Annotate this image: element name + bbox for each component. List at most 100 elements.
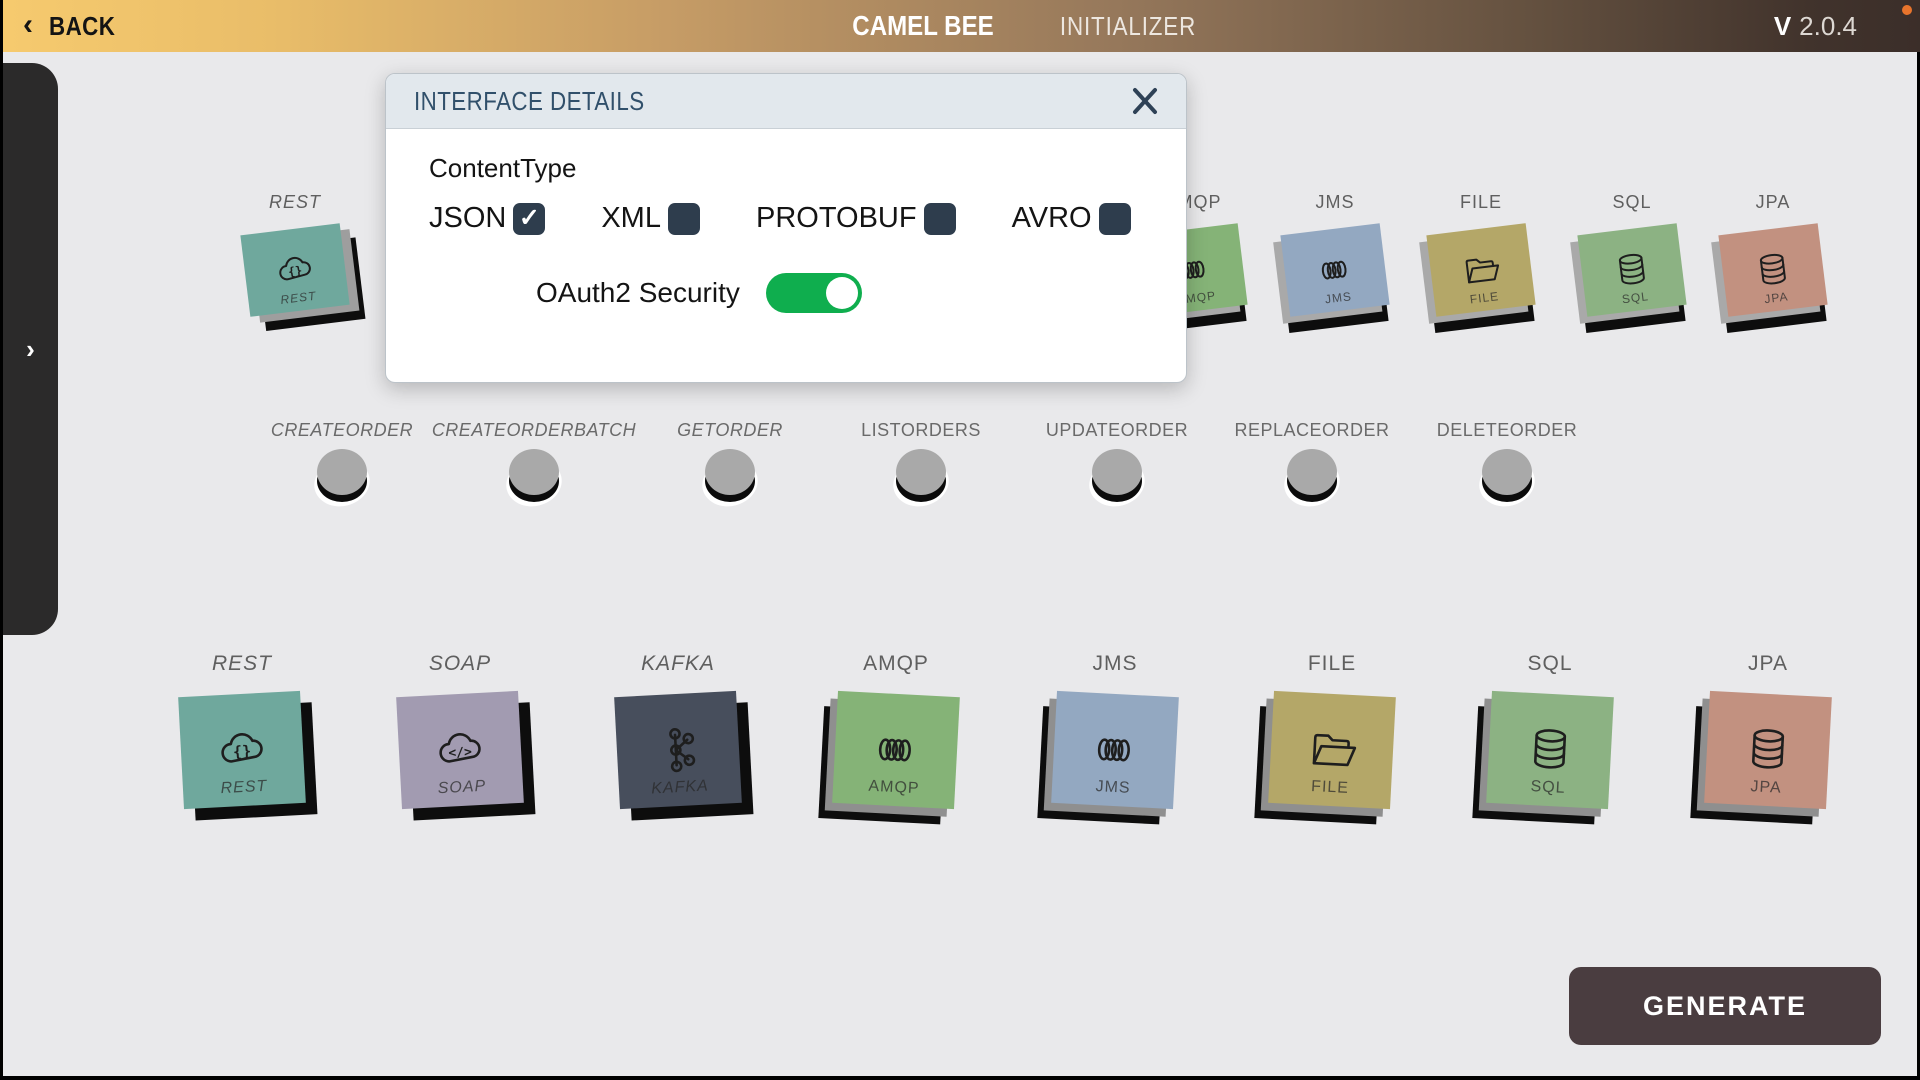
oauth-security-label: OAuth2 Security xyxy=(536,277,740,309)
knob-cap xyxy=(896,449,946,495)
drawer-expand-button[interactable]: › xyxy=(3,336,58,362)
tile-inner-label: JPA xyxy=(1750,778,1782,798)
oauth-row: OAuth2 Security xyxy=(536,273,1186,313)
bottom-tile-jpa[interactable]: JPA JPA xyxy=(1658,652,1878,806)
knob-button[interactable] xyxy=(699,448,761,508)
oauth-security-toggle[interactable] xyxy=(766,273,862,313)
app-title: CAMEL BEE xyxy=(841,0,1005,52)
unchecked-checkbox-icon[interactable] xyxy=(1099,203,1131,235)
tile-label: SQL xyxy=(1440,652,1660,676)
tile-face: JMS xyxy=(1051,691,1179,809)
tile-label: KAFKA xyxy=(568,652,788,676)
tile-label: JMS xyxy=(1005,652,1225,676)
notification-dot xyxy=(1902,5,1912,15)
content-type-label: ContentType xyxy=(429,153,1186,184)
tile-label: JPA xyxy=(1688,192,1858,213)
knob-cap xyxy=(705,449,755,495)
bottom-tile-jms[interactable]: JMS JMS xyxy=(1005,652,1225,806)
knob-button[interactable] xyxy=(311,448,373,508)
close-icon xyxy=(1130,86,1160,116)
knob-button[interactable] xyxy=(1086,448,1148,508)
top-tile-rest[interactable]: REST {} REST xyxy=(210,192,380,311)
tile-face: JPA xyxy=(1704,691,1832,809)
back-button[interactable]: ‹ BACK xyxy=(23,0,126,52)
svg-text:{}: {} xyxy=(232,742,251,761)
tile-inner-label: SQL xyxy=(1530,778,1566,798)
option-label: JSON xyxy=(429,202,506,235)
bottom-tile-rest[interactable]: REST {} REST xyxy=(132,652,352,806)
tile-inner-label: FILE xyxy=(1311,778,1350,798)
operation-knob-deleteorder[interactable]: DELETEORDER xyxy=(1387,420,1627,508)
knob-cap xyxy=(1482,449,1532,495)
tile-label: REST xyxy=(132,652,352,676)
tile-label: SOAP xyxy=(350,652,570,676)
version-prefix: V xyxy=(1774,11,1791,42)
content-type-option-protobuf[interactable]: PROTOBUF xyxy=(756,202,956,235)
content-type-option-avro[interactable]: AVRO xyxy=(1012,202,1131,235)
tile-label: JMS xyxy=(1250,192,1420,213)
tile-inner-label: JMS xyxy=(1324,289,1353,306)
tile-face: JPA xyxy=(1718,223,1827,317)
bottom-tile-amqp[interactable]: AMQP AMQP xyxy=(786,652,1006,806)
top-bar: ‹ BACK CAMEL BEE INITIALIZER V 2.0.4 xyxy=(3,0,1920,52)
close-button[interactable] xyxy=(1128,84,1162,118)
knob-button[interactable] xyxy=(1281,448,1343,508)
tile-label: FILE xyxy=(1396,192,1566,213)
tile-inner-label: SOAP xyxy=(437,778,486,799)
knob-cap xyxy=(509,449,559,495)
tile-face: SQL xyxy=(1577,223,1686,317)
bottom-tile-kafka[interactable]: KAFKA KAFKA xyxy=(568,652,788,806)
top-tile-jms[interactable]: JMS JMS xyxy=(1250,192,1420,311)
interface-details-dialog: INTERFACE DETAILS ContentType JSON✓ XML PR… xyxy=(385,73,1187,383)
dialog-body: ContentType JSON✓ XML PROTOBUF AVRO OAuth2 … xyxy=(386,129,1186,313)
tile-label: JPA xyxy=(1658,652,1878,676)
tile-label: AMQP xyxy=(786,652,1006,676)
svg-text:{}: {} xyxy=(287,263,303,279)
svg-text:</>: </> xyxy=(448,745,472,761)
knob-button[interactable] xyxy=(1476,448,1538,508)
tile-label: REST xyxy=(210,192,380,213)
toggle-thumb xyxy=(826,277,858,309)
tile-face: {} REST xyxy=(178,691,306,809)
back-chevron-icon: ‹ xyxy=(23,10,33,40)
tile-inner-label: JPA xyxy=(1764,289,1790,306)
chevron-right-icon: › xyxy=(26,334,35,364)
checked-checkbox-icon[interactable]: ✓ xyxy=(513,203,545,235)
operation-label: DELETEORDER xyxy=(1387,420,1627,441)
tile-face: </> SOAP xyxy=(396,691,524,809)
bottom-tile-file[interactable]: FILE FILE xyxy=(1222,652,1442,806)
tile-inner-label: JMS xyxy=(1095,778,1131,798)
generate-label: GENERATE xyxy=(1643,991,1807,1022)
tile-face: AMQP xyxy=(832,691,960,809)
unchecked-checkbox-icon[interactable] xyxy=(668,203,700,235)
app-subtitle: INITIALIZER xyxy=(1049,0,1207,52)
dialog-title: INTERFACE DETAILS xyxy=(414,86,645,117)
tile-inner-label: AMQP xyxy=(868,778,920,799)
top-tile-file[interactable]: FILE FILE xyxy=(1396,192,1566,311)
generate-button[interactable]: GENERATE xyxy=(1569,967,1881,1045)
side-drawer: › xyxy=(3,63,58,635)
top-tile-jpa[interactable]: JPA JPA xyxy=(1688,192,1858,311)
tile-inner-label: REST xyxy=(220,778,268,798)
tile-face: SQL xyxy=(1486,691,1614,809)
tile-face: KAFKA xyxy=(614,691,742,809)
tile-inner-label: KAFKA xyxy=(651,777,709,798)
unchecked-checkbox-icon[interactable] xyxy=(924,203,956,235)
content-type-option-json[interactable]: JSON✓ xyxy=(429,202,545,235)
knob-cap xyxy=(1287,449,1337,495)
tile-face: {} REST xyxy=(240,223,349,317)
option-label: PROTOBUF xyxy=(756,202,917,235)
tile-inner-label: REST xyxy=(280,289,317,307)
knob-button[interactable] xyxy=(503,448,565,508)
tile-face: JMS xyxy=(1280,223,1389,317)
tile-face: FILE xyxy=(1268,691,1396,809)
bottom-tile-soap[interactable]: SOAP </> SOAP xyxy=(350,652,570,806)
bottom-tile-sql[interactable]: SQL SQL xyxy=(1440,652,1660,806)
back-label: BACK xyxy=(49,11,115,42)
tile-face: FILE xyxy=(1426,223,1535,317)
tile-inner-label: FILE xyxy=(1469,289,1500,306)
content-type-option-xml[interactable]: XML xyxy=(601,202,700,235)
version-label: V 2.0.4 xyxy=(1774,0,1857,52)
tile-inner-label: SQL xyxy=(1621,289,1650,306)
knob-button[interactable] xyxy=(890,448,952,508)
